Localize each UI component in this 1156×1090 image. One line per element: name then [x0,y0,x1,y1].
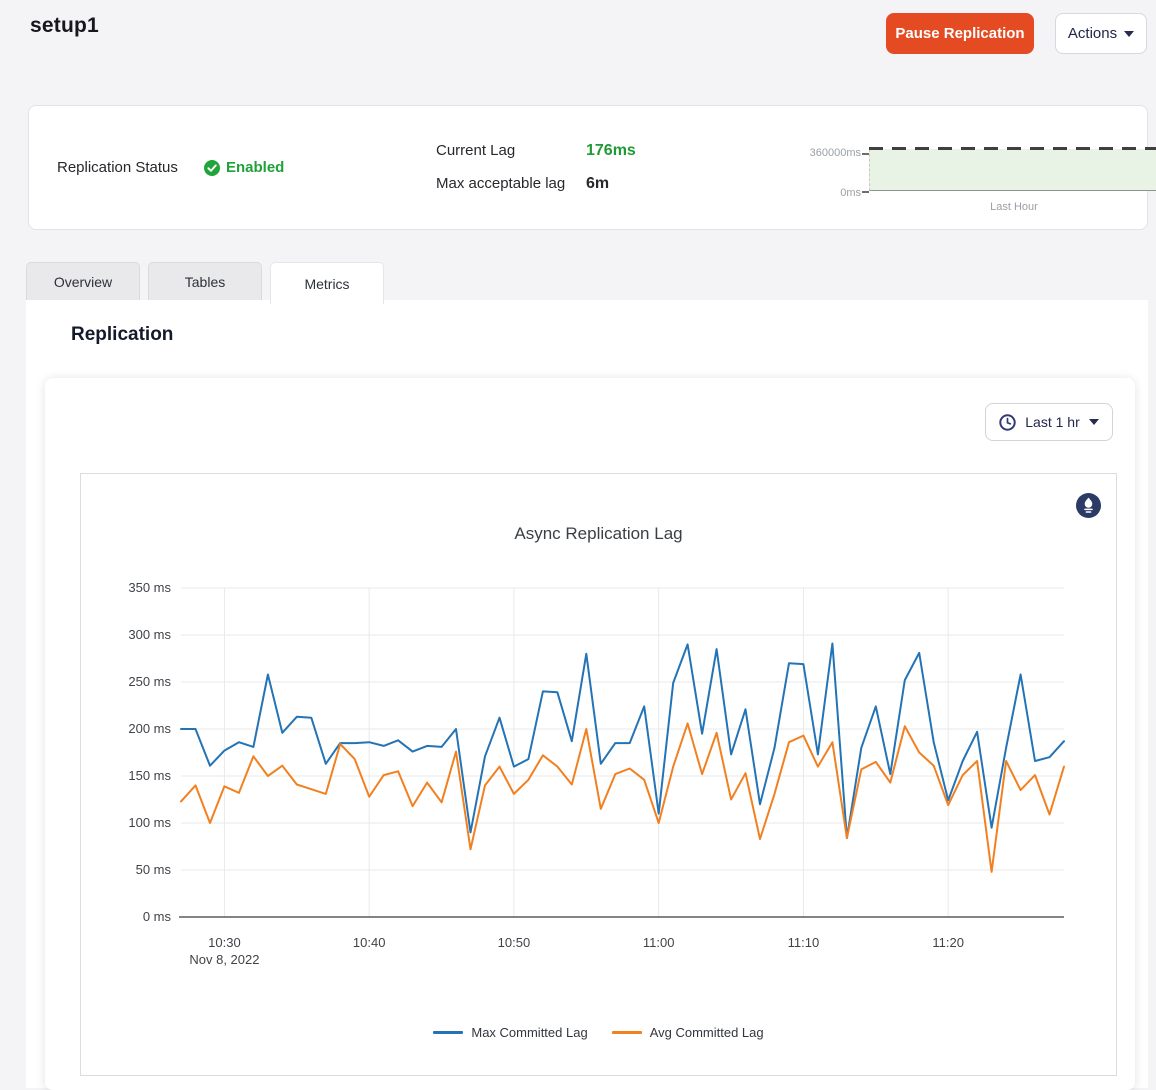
svg-text:250 ms: 250 ms [128,674,171,689]
caret-down-icon [1089,419,1099,425]
actions-button[interactable]: Actions [1055,13,1147,54]
svg-text:150 ms: 150 ms [128,768,171,783]
replication-status-label: Replication Status [57,159,178,176]
current-lag-value: 176ms [586,142,636,160]
svg-text:11:20: 11:20 [932,935,964,950]
tab-bar: Overview Tables Metrics [26,262,384,302]
actions-button-label: Actions [1068,25,1117,42]
torch-icon[interactable] [1076,493,1101,518]
pause-replication-button[interactable]: Pause Replication [886,13,1034,54]
time-range-button[interactable]: Last 1 hr [985,403,1113,441]
svg-text:10:40: 10:40 [353,935,386,950]
svg-text:50 ms: 50 ms [136,862,172,877]
svg-text:100 ms: 100 ms [128,815,171,830]
metrics-card: Last 1 hr Async Replication Lag 10:3010:… [45,378,1135,1090]
svg-text:350 ms: 350 ms [128,580,171,595]
legend-label: Avg Committed Lag [650,1025,764,1040]
max-acceptable-lag-label: Max acceptable lag [436,175,565,192]
svg-text:11:10: 11:10 [788,935,820,950]
tab-overview[interactable]: Overview [26,262,140,300]
lag-sparkline: 360000ms 0ms Last Hour [799,136,1139,226]
tab-metrics[interactable]: Metrics [270,262,384,304]
max-acceptable-lag-value: 6m [586,175,609,193]
lag-chart-card: Async Replication Lag 10:30 10:40 10:50 11:… [80,473,1117,1076]
current-lag-label: Current Lag [436,142,515,159]
metrics-tab-panel: Replication Last 1 hr Async Replication … [26,300,1148,1088]
svg-text:300 ms: 300 ms [128,627,171,642]
chart-title: Async Replication Lag [81,524,1116,544]
replication-status-card: Replication Status Enabled Current Lag 1… [28,105,1148,230]
time-range-label: Last 1 hr [1025,414,1079,430]
check-circle-icon [204,160,220,176]
tab-tables[interactable]: Tables [148,262,262,300]
chart-legend: Max Committed Lag Avg Committed Lag [81,1025,1116,1040]
svg-text:0 ms: 0 ms [143,909,172,924]
sparkline-ymax-label: 360000ms [810,147,861,159]
legend-swatch-orange [612,1031,642,1034]
legend-swatch-blue [433,1031,463,1034]
caret-down-icon [1124,31,1134,37]
svg-text:10:30: 10:30 [208,935,241,950]
svg-text:11:00: 11:00 [643,935,675,950]
legend-item-max-committed-lag[interactable]: Max Committed Lag [433,1025,587,1040]
sparkline-xlabel: Last Hour [869,201,1156,213]
sparkline-ymin-label: 0ms [840,187,861,199]
svg-text:200 ms: 200 ms [128,721,171,736]
page-title: setup1 [30,14,99,38]
sparkline-tick-bottom [862,191,869,193]
legend-item-avg-committed-lag[interactable]: Avg Committed Lag [612,1025,764,1040]
svg-text:10:50: 10:50 [498,935,531,950]
svg-text:Nov 8, 2022: Nov 8, 2022 [189,952,259,967]
lag-line-chart: 10:30 10:40 10:50 11:00 11:10 11:20 Nov 8, 202… [101,574,1098,1004]
replication-status-value: Enabled [204,159,284,176]
clock-icon [999,414,1016,431]
section-title: Replication [71,324,173,346]
legend-label: Max Committed Lag [471,1025,587,1040]
sparkline-area [869,149,1156,191]
sparkline-tick-top [862,153,869,155]
replication-status-text: Enabled [226,159,284,176]
